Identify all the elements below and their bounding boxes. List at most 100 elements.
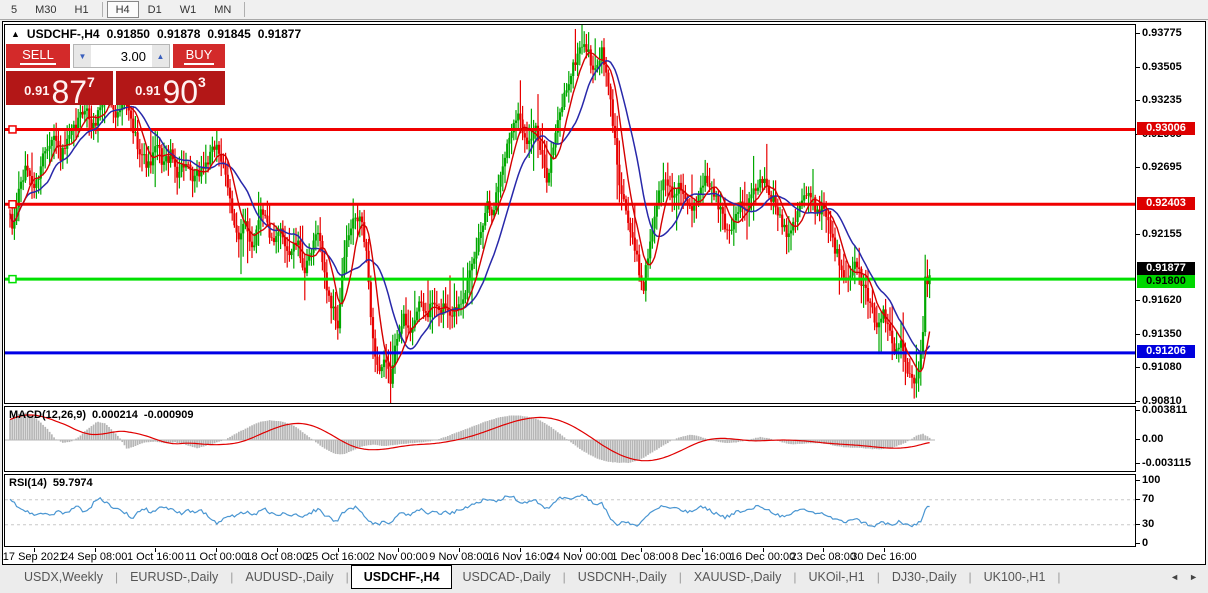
macd-name: MACD(12,26,9) [9,409,87,421]
price-axis-label: 0.93775 [1142,27,1182,39]
sell-price-big: 87 [51,74,88,110]
symbol-tab-usdcad-daily[interactable]: USDCAD-,Daily [452,565,560,588]
price-axis-label: 0.91080 [1142,361,1182,374]
price-badge-0.91800: 0.91800 [1137,275,1195,289]
volume-input[interactable] [91,45,152,67]
price-axis-label: 0.93505 [1142,60,1182,73]
volume-spinner: ▼ ▲ [73,44,170,68]
axis-tick [1136,462,1140,464]
rsi-pane[interactable] [4,474,1136,547]
price-axis-label: 0.93235 [1142,94,1182,107]
rsi-name: RSI(14) [9,477,47,489]
macd-main-value: 0.000214 [92,409,138,421]
rsi-axis-label: 70 [1142,492,1155,505]
volume-decrease-button[interactable]: ▼ [74,45,91,67]
timeframe-button-h1[interactable]: H1 [66,1,98,18]
tab-scroll-right-icon[interactable]: ► [1189,572,1198,582]
symbol-tab-eurusd-daily[interactable]: EURUSD-,Daily [120,565,228,588]
ohlc-close: 0.91877 [257,27,302,41]
collapse-arrow-icon[interactable]: ▲ [11,29,20,39]
tab-separator: | [562,570,566,584]
price-axis-label: 0.91350 [1142,327,1182,340]
price-axis-label: 0.92155 [1142,228,1182,241]
tab-separator: | [968,570,972,584]
timeframe-button-m30[interactable]: M30 [26,1,65,18]
timeframe-button-mn[interactable]: MN [205,1,240,18]
tab-scroll-arrows: ◄ ► [1170,572,1198,582]
one-click-trade-panel: SELL ▼ ▲ BUY 0.91 87 7 0.91 90 3 [6,44,225,110]
symbol-tab-dj30-daily[interactable]: DJ30-,Daily [882,565,967,588]
symbol-tab-ukoil-h1[interactable]: UKOil-,H1 [798,565,874,588]
line-anchor[interactable] [8,274,17,284]
symbol-tab-audusd-daily[interactable]: AUDUSD-,Daily [235,565,343,588]
rsi-canvas[interactable] [5,475,1135,546]
axis-tick [1136,400,1140,402]
axis-tick [1136,33,1140,34]
price-badge-0.91206: 0.91206 [1137,345,1195,359]
timeframe-button-5[interactable]: 5 [2,1,26,18]
line-anchor[interactable] [8,125,17,134]
rsi-axis-label: 0 [1142,536,1149,549]
mt4-terminal: { "toolbar": { "timeframes": ["5", "M30"… [0,0,1208,593]
axis-tick [1136,167,1140,169]
buy-button[interactable]: BUY [173,44,225,68]
tab-separator: | [678,570,682,584]
buy-price-tile[interactable]: 0.91 90 3 [116,71,225,110]
symbol-tab-usdx-weekly[interactable]: USDX,Weekly [14,565,113,588]
buy-button-label: BUY [183,47,215,65]
time-axis-label: 30 Dec 16:00 [851,551,917,563]
tab-separator: | [114,570,119,584]
axis-tick [1136,439,1140,440]
rsi-axis-label: 30 [1142,517,1155,530]
timeframe-button-w1[interactable]: W1 [171,1,206,18]
price-axis-label: 0.92695 [1142,161,1182,174]
tab-separator: | [1057,570,1061,584]
sell-button[interactable]: SELL [6,44,70,68]
macd-axis-label: 0.00 [1142,433,1164,445]
line-anchor[interactable] [8,200,17,209]
price-axis-label: 0.91620 [1142,294,1182,307]
ohlc-high: 0.91878 [156,27,201,41]
buy-price-prefix: 0.91 [135,83,161,98]
macd-label: MACD(12,26,9) 0.000214 -0.000909 [9,409,193,421]
axis-tick [1136,333,1140,335]
symbol-tab-usdcnh-daily[interactable]: USDCNH-,Daily [568,565,677,588]
axis-tick [1136,498,1140,500]
sell-button-label: SELL [20,47,56,65]
sell-price-sup: 7 [87,74,95,90]
toolbar-separator [244,2,246,17]
symbol-tab-xauusd-daily[interactable]: XAUUSD-,Daily [684,565,792,588]
macd-signal-value: -0.000909 [143,409,194,421]
ohlc-open: 0.91850 [106,27,150,41]
axis-tick [1136,480,1140,482]
chart-symbol-label: USDCHF-,H4 [26,27,100,41]
rsi-line [9,493,930,528]
price-badge-0.92403: 0.92403 [1137,196,1195,210]
axis-tick [1136,410,1140,412]
axis-tick [1136,367,1140,369]
timeframe-button-h4[interactable]: H4 [106,1,139,18]
buy-price-sup: 3 [198,74,206,90]
axis-tick [1136,300,1140,302]
toolbar-separator [101,2,103,17]
symbol-tab-uk100-h1[interactable]: UK100-,H1 [974,565,1056,588]
timeframe-toolbar: 5 M30 H1 H4 D1 W1 MN [0,0,1208,20]
tab-separator: | [230,570,234,584]
sell-price-prefix: 0.91 [24,83,50,98]
timeframe-button-d1[interactable]: D1 [139,1,171,18]
axis-tick [1136,66,1140,68]
macd-axis-label: 0.003811 [1142,404,1188,417]
rsi-value: 59.7974 [52,477,93,489]
tab-scroll-left-icon[interactable]: ◄ [1170,572,1179,582]
axis-tick [1136,234,1140,236]
axis-tick [1136,523,1140,525]
tab-separator: | [876,570,880,584]
volume-increase-button[interactable]: ▲ [152,45,169,67]
symbol-tab-usdchf-h4[interactable]: USDCHF-,H4 [350,564,453,589]
buy-price-big: 90 [162,74,199,110]
symbol-tab-bar: USDX,Weekly | EURUSD-,Daily | AUDUSD-,Daily |… [0,564,1208,593]
macd-axis-label: -0.003115 [1142,456,1191,469]
sell-price-tile[interactable]: 0.91 87 7 [6,71,113,110]
tab-separator: | [793,570,797,584]
tab-separator: | [345,570,349,584]
